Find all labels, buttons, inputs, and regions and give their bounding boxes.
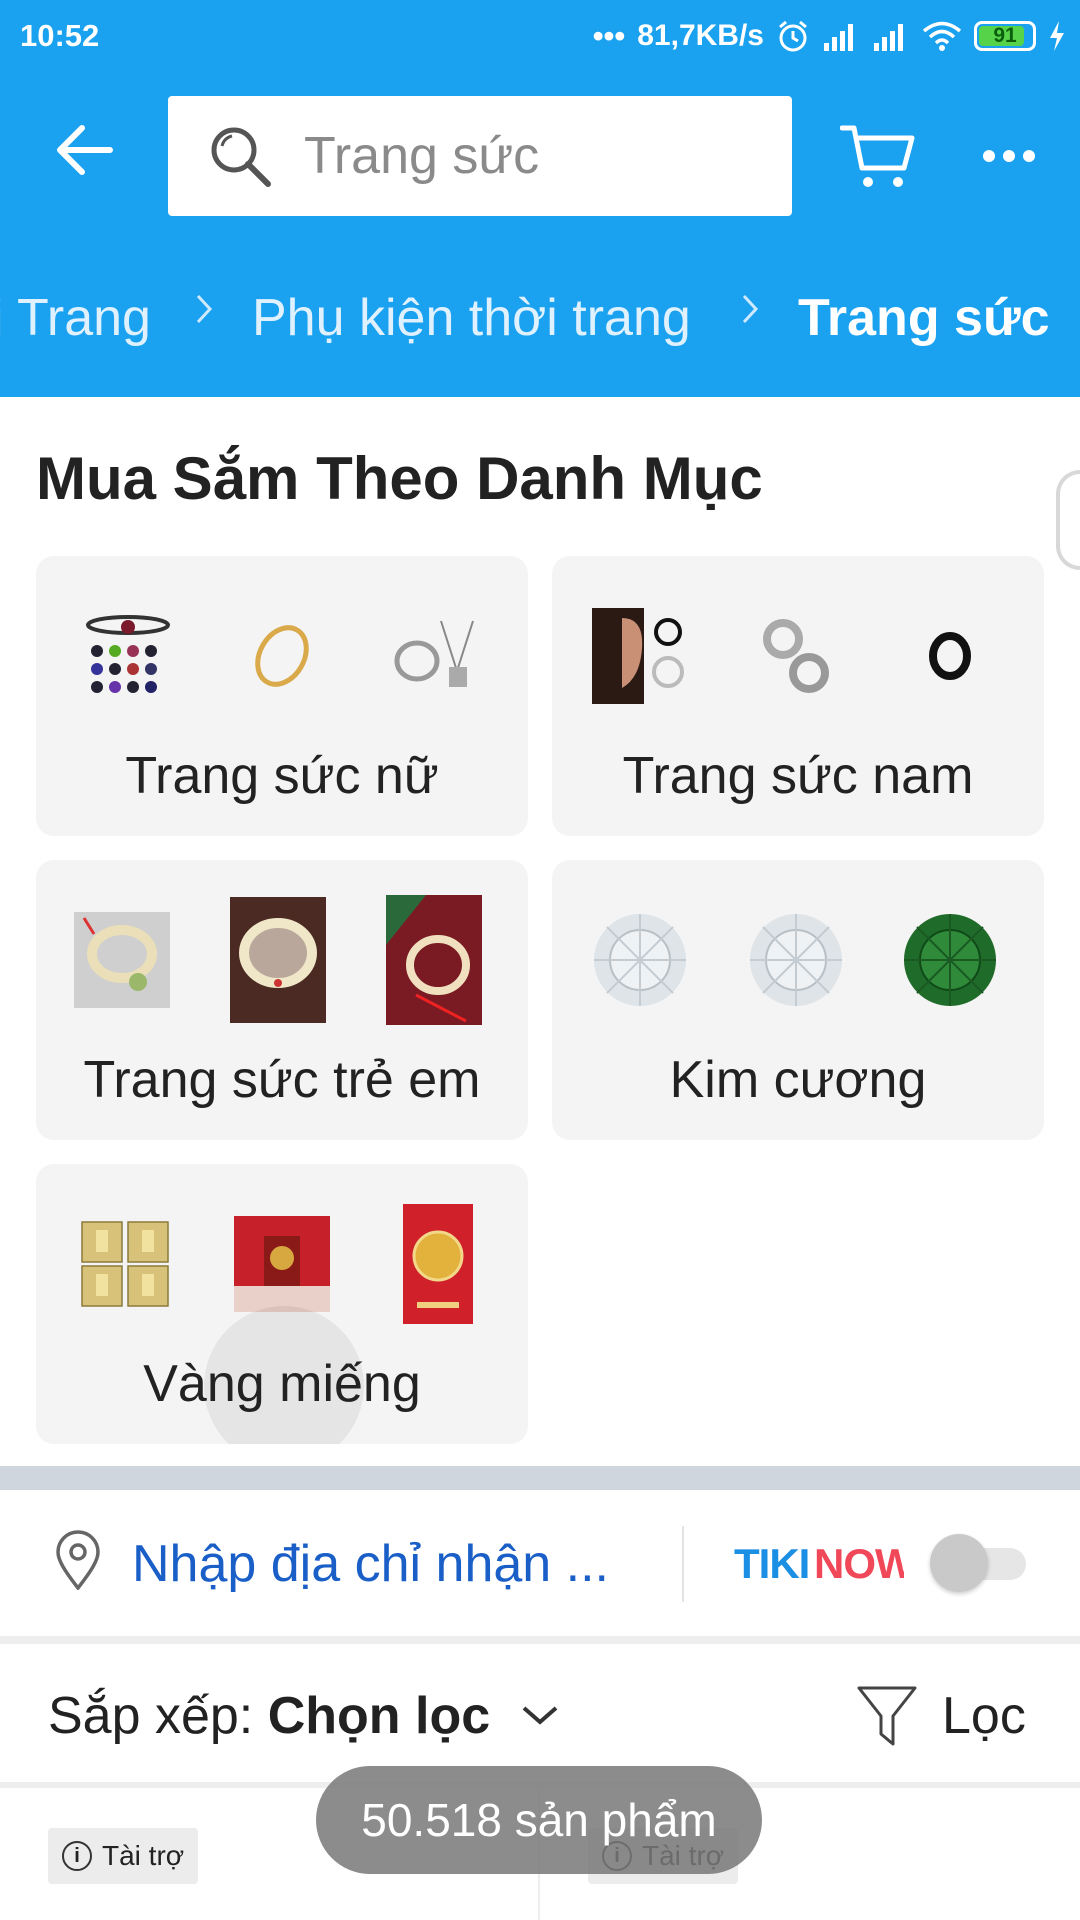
category-label: Trang sức nam (622, 747, 974, 805)
more-dots-indicator: ••• (592, 18, 626, 53)
bead-bracelet-thumbnail (74, 900, 170, 1020)
signal-icon-2 (874, 24, 903, 51)
steel-earrings-thumbnail (748, 596, 844, 716)
back-arrow-icon[interactable] (52, 118, 116, 182)
section-divider (0, 1466, 1080, 1490)
category-card-vang-mieng[interactable]: Vàng miếng (36, 1164, 528, 1444)
battery-icon: 91 (974, 21, 1036, 51)
gold-coin-card-thumbnail (390, 1204, 486, 1324)
gold-ring-thumbnail (234, 596, 330, 716)
category-label: Trang sức trẻ em (83, 1051, 481, 1109)
breadcrumb-item-current: Trang sức (798, 289, 1050, 347)
signal-icon (824, 24, 853, 51)
chevron-down-icon[interactable] (518, 1700, 562, 1730)
chevron-right-icon (196, 294, 213, 324)
diamond-thumbnail (592, 900, 688, 1020)
search-box[interactable] (168, 96, 792, 216)
section-divider (0, 1636, 1080, 1644)
sort-dropdown[interactable]: Sắp xếp: Chọn lọc (48, 1686, 490, 1746)
chevron-right-icon (742, 294, 759, 324)
network-speed: 81,7KB/s (637, 19, 764, 52)
diamond-thumbnail (748, 900, 844, 1020)
search-input[interactable] (302, 125, 746, 187)
search-icon (211, 127, 271, 187)
filter-button[interactable]: Lọc (942, 1686, 1026, 1746)
breadcrumb-item-phu-kien[interactable]: Phụ kiện thời trang (252, 288, 691, 348)
emerald-thumbnail (902, 900, 998, 1020)
address-row[interactable]: Nhập địa chỉ nhận ... TIKI NOW (0, 1490, 1080, 1638)
status-time: 10:52 (20, 18, 100, 53)
category-card-trang-suc-tre-em[interactable]: Trang sức trẻ em (36, 860, 528, 1140)
breadcrumb: i Trang Phụ kiện thời trang Trang sức (0, 270, 1080, 360)
gold-bars-thumbnail (78, 1204, 174, 1324)
charging-icon (1050, 21, 1064, 51)
location-pin-icon (56, 1530, 100, 1590)
black-ring-thumbnail (902, 596, 998, 716)
svg-text:TIKI: TIKI (734, 1540, 809, 1587)
product-count-toast: 50.518 sản phẩm (316, 1766, 762, 1874)
sort-prefix: Sắp xếp: (48, 1687, 254, 1745)
sort-filter-row: Sắp xếp: Chọn lọc Lọc (0, 1644, 1080, 1784)
silver-jewelry-set-thumbnail (388, 596, 484, 716)
category-label: Trang sức nữ (125, 747, 439, 805)
filter-icon[interactable] (856, 1684, 918, 1750)
tikinow-logo: TIKI NOW (734, 1540, 904, 1587)
breadcrumb-item-thoi-trang[interactable]: i Trang (0, 288, 151, 348)
ivory-bead-bracelet-thumbnail (230, 897, 326, 1023)
info-icon: i (62, 1841, 92, 1871)
sort-value: Chọn lọc (267, 1687, 491, 1745)
address-input-prompt[interactable]: Nhập địa chỉ nhận ... (132, 1534, 609, 1594)
category-card-trang-suc-nu[interactable]: Trang sức nữ (36, 556, 528, 836)
battery-level: 91 (993, 24, 1017, 47)
category-card-kim-cuong[interactable]: Kim cương (552, 860, 1044, 1140)
alarm-icon (779, 20, 807, 52)
cart-icon[interactable] (840, 122, 916, 192)
sponsored-label: Tài trợ (102, 1840, 185, 1871)
category-label: Vàng miếng (143, 1355, 421, 1413)
sponsored-badge: i Tài trợ (48, 1828, 199, 1884)
category-section-title: Mua Sắm Theo Danh Mục (36, 445, 763, 512)
scroll-indicator (1056, 470, 1080, 570)
category-card-trang-suc-nam[interactable]: Trang sức nam (552, 556, 1044, 836)
category-label: Kim cương (669, 1051, 927, 1109)
svg-text:NOW: NOW (814, 1540, 904, 1587)
vertical-divider (682, 1526, 684, 1602)
red-string-bracelet-thumbnail (386, 895, 482, 1025)
wifi-icon (922, 21, 962, 51)
bracelet-charm-thumbnail (80, 596, 176, 716)
more-options-icon[interactable] (982, 140, 1036, 172)
tikinow-toggle[interactable] (930, 1534, 1030, 1592)
status-bar: 10:52 ••• 81,7KB/s 91 (0, 0, 1080, 72)
ear-cuff-thumbnail (592, 596, 688, 716)
